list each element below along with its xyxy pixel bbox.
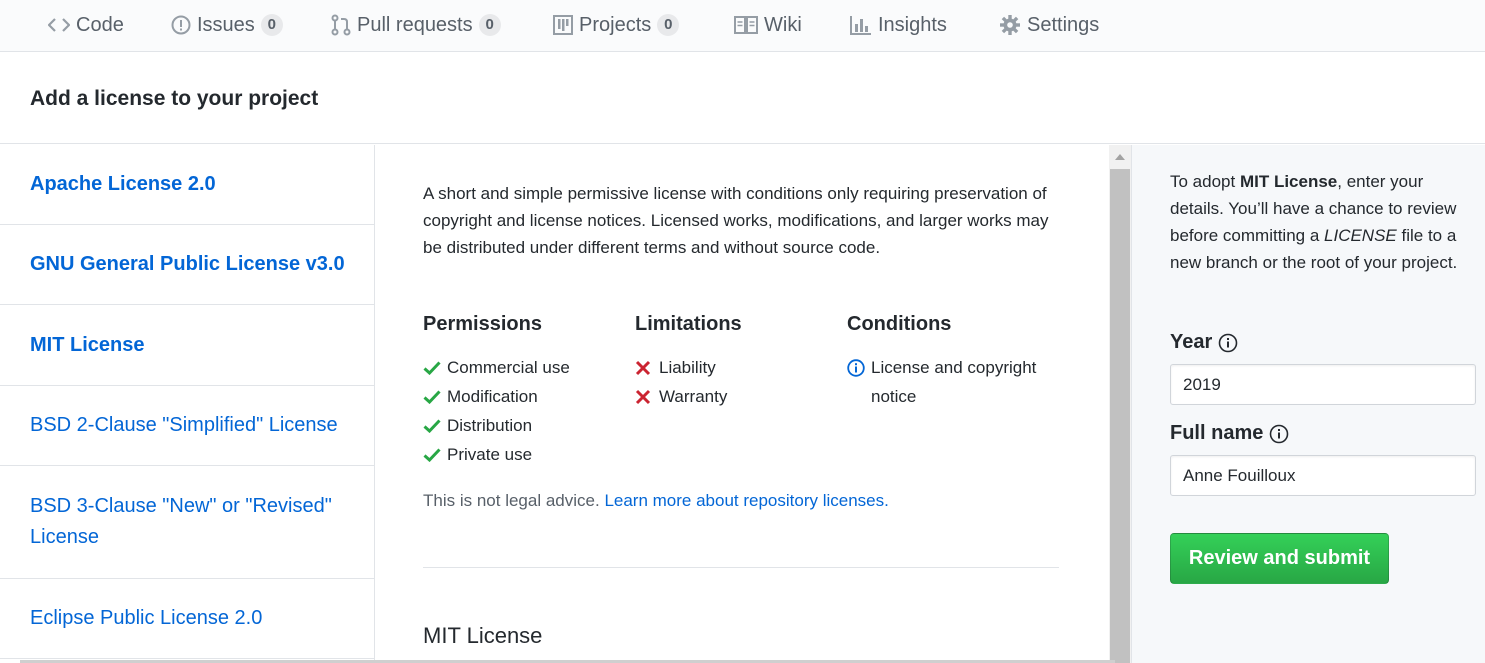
license-description-panel: A short and simple permissive license wi…: [375, 145, 1109, 663]
pull-request-icon: [331, 14, 351, 36]
tab-issues[interactable]: Issues 0: [171, 11, 283, 39]
license-item-bsd3[interactable]: BSD 3-Clause "New" or "Revised" License: [0, 466, 374, 579]
x-icon: [635, 389, 651, 404]
tab-insights-label: Insights: [878, 13, 947, 36]
license-form-panel: To adopt MIT License, enter your details…: [1131, 145, 1485, 663]
gear-icon: [1000, 15, 1020, 35]
page-header: Add a license to your project: [0, 53, 1485, 144]
scrollbar-thumb[interactable]: [1110, 169, 1130, 663]
permission-item: Modification: [423, 382, 538, 411]
permission-label: Private use: [447, 445, 533, 464]
conditions-heading: Conditions: [847, 313, 952, 335]
year-field[interactable]: [1170, 364, 1476, 405]
condition-item: License and copyright notice: [847, 353, 1047, 411]
check-icon: [423, 360, 441, 375]
limitation-item: Liability: [635, 353, 716, 382]
tab-wiki[interactable]: Wiki: [734, 11, 802, 39]
full-name-label-text: Full name: [1170, 422, 1264, 444]
year-label-text: Year: [1170, 331, 1213, 353]
project-icon: [553, 15, 573, 35]
x-icon: [635, 360, 651, 375]
tab-pull-requests[interactable]: Pull requests 0: [331, 11, 501, 39]
condition-label: License and copyright notice: [871, 358, 1037, 406]
intro-text: To adopt: [1170, 172, 1240, 191]
limitations-heading: Limitations: [635, 313, 742, 335]
license-item-label: MIT License: [30, 333, 145, 356]
license-text-heading: MIT License: [423, 623, 543, 648]
issue-icon: [171, 15, 191, 35]
tab-projects[interactable]: Projects 0: [553, 11, 680, 39]
issues-counter: 0: [260, 14, 283, 36]
info-icon[interactable]: [1269, 424, 1289, 444]
tab-issues-label: Issues: [197, 13, 255, 36]
tab-pull-requests-label: Pull requests: [357, 13, 473, 36]
graph-icon: [850, 16, 871, 35]
info-icon[interactable]: [1218, 333, 1238, 353]
full-name-label: Full name: [1170, 422, 1289, 445]
tab-projects-label: Projects: [579, 13, 652, 36]
full-name-field[interactable]: [1170, 455, 1476, 496]
permissions-heading: Permissions: [423, 313, 542, 335]
license-item-eclipse[interactable]: Eclipse Public License 2.0: [0, 579, 374, 659]
code-icon: [48, 18, 70, 32]
license-description: A short and simple permissive license wi…: [423, 184, 1049, 257]
scroll-up-arrow-icon[interactable]: [1109, 145, 1131, 169]
permission-item: Commercial use: [423, 353, 570, 382]
permission-label: Distribution: [447, 416, 533, 435]
license-list: Apache License 2.0 GNU General Public Li…: [0, 145, 375, 663]
permission-label: Commercial use: [447, 358, 570, 377]
book-icon: [734, 16, 758, 34]
license-item-gpl3[interactable]: GNU General Public License v3.0: [0, 225, 374, 305]
info-icon: [847, 358, 865, 377]
repo-nav: Code Issues 0 Pull requests 0 Projects 0…: [0, 0, 1485, 52]
legal-text: This is not legal advice.: [423, 491, 600, 510]
license-item-bsd2[interactable]: BSD 2-Clause "Simplified" License: [0, 386, 374, 466]
pull-requests-counter: 0: [478, 14, 501, 36]
permission-item: Distribution: [423, 411, 532, 440]
divider: [423, 567, 1059, 568]
limitation-label: Liability: [659, 358, 716, 377]
tab-insights[interactable]: Insights: [850, 11, 947, 39]
learn-more-link[interactable]: Learn more about repository licenses.: [604, 491, 888, 510]
review-and-submit-button[interactable]: Review and submit: [1170, 533, 1389, 584]
intro-license-name: MIT License: [1239, 172, 1338, 191]
permission-item: Private use: [423, 440, 532, 469]
limitation-item: Warranty: [635, 382, 727, 411]
tab-code[interactable]: Code: [48, 11, 124, 39]
tab-settings-label: Settings: [1027, 13, 1100, 36]
tab-wiki-label: Wiki: [764, 13, 802, 36]
form-intro: To adopt MIT License, enter your details…: [1170, 168, 1475, 276]
license-item-label: GNU General Public License v3.0: [30, 253, 345, 275]
limitation-label: Warranty: [659, 387, 728, 406]
license-item-apache[interactable]: Apache License 2.0: [0, 145, 374, 225]
license-item-label: BSD 2-Clause "Simplified" License: [30, 414, 338, 436]
year-label: Year: [1170, 331, 1238, 354]
license-item-mit[interactable]: MIT License: [0, 305, 374, 386]
page-title: Add a license to your project: [30, 87, 319, 110]
check-icon: [423, 389, 441, 404]
permission-label: Modification: [447, 387, 538, 406]
license-item-label: Apache License 2.0: [30, 173, 216, 195]
legal-disclaimer: This is not legal advice. Learn more abo…: [423, 491, 889, 511]
tab-settings[interactable]: Settings: [999, 11, 1099, 39]
tab-code-label: Code: [76, 13, 124, 36]
projects-counter: 0: [657, 14, 680, 36]
intro-file-name: LICENSE: [1324, 226, 1397, 245]
license-item-label: BSD 3-Clause "New" or "Revised" License: [30, 495, 332, 548]
description-scrollbar[interactable]: [1109, 145, 1131, 663]
check-icon: [423, 447, 441, 462]
license-item-label: Eclipse Public License 2.0: [30, 607, 263, 629]
check-icon: [423, 418, 441, 433]
